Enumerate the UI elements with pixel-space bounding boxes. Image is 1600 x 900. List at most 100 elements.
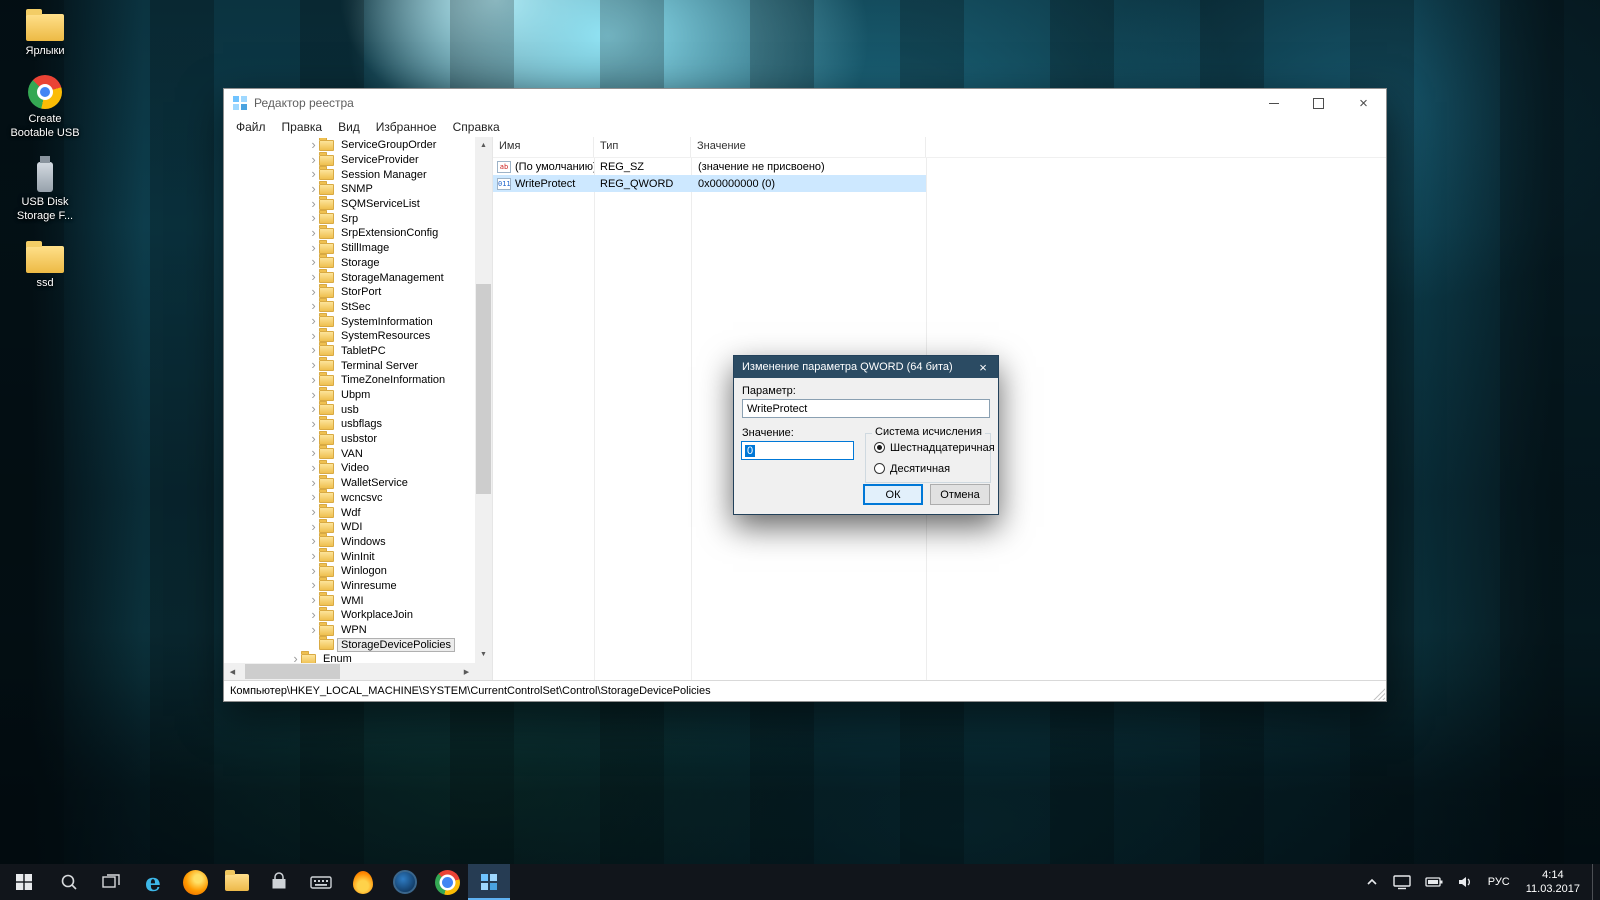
tree-item-srp[interactable]: ›Srp [224,211,475,226]
expand-arrow-icon[interactable]: › [308,402,319,415]
tree-item-enum[interactable]: ›Enum [224,652,475,663]
maximize-button[interactable] [1296,89,1341,117]
tree-item-van[interactable]: ›VAN [224,446,475,461]
menu-правка[interactable]: Правка [274,120,331,134]
menu-файл[interactable]: Файл [228,120,274,134]
expand-arrow-icon[interactable]: › [308,432,319,445]
tree-item-wmi[interactable]: ›WMI [224,593,475,608]
clock[interactable]: 4:14 11.03.2017 [1518,868,1588,897]
expand-arrow-icon[interactable]: › [308,593,319,606]
display-icon[interactable] [1386,864,1418,900]
tree-item-wdi[interactable]: ›WDI [224,520,475,535]
expand-arrow-icon[interactable]: › [308,417,319,430]
expand-arrow-icon[interactable]: › [308,329,319,342]
tree-item-wcncsvc[interactable]: ›wcncsvc [224,491,475,506]
tree-hscroll-track[interactable] [241,663,458,680]
tree-item-winresume[interactable]: ›Winresume [224,579,475,594]
tree-item-usbflags[interactable]: ›usbflags [224,417,475,432]
tree-item-storport[interactable]: ›StorPort [224,285,475,300]
expand-arrow-icon[interactable]: › [308,182,319,195]
close-button[interactable]: × [1341,89,1386,117]
expand-arrow-icon[interactable]: › [308,388,319,401]
value-row-writeprotect[interactable]: 011WriteProtectREG_QWORD0x00000000 (0) [493,175,926,192]
expand-arrow-icon[interactable]: › [308,270,319,283]
tree-vscroll-track[interactable] [475,154,492,646]
tree-item-serviceprovider[interactable]: ›ServiceProvider [224,153,475,168]
expand-arrow-icon[interactable]: › [290,652,301,663]
expand-arrow-icon[interactable]: › [308,358,319,371]
expand-arrow-icon[interactable]: › [308,153,319,166]
expand-arrow-icon[interactable]: › [308,549,319,562]
volume-icon[interactable] [1450,864,1480,900]
expand-arrow-icon[interactable]: › [308,255,319,268]
desktop-icon-ярлыки[interactable]: Ярлыки [6,8,84,59]
tree-vertical-scrollbar[interactable]: ▲ ▼ [475,137,492,663]
taskbar-start-button[interactable] [0,864,48,900]
tree-item-timezoneinformation[interactable]: ›TimeZoneInformation [224,373,475,388]
column-header-тип[interactable]: Тип [594,137,691,157]
value-field[interactable]: 0 [741,441,854,460]
tree-item-stillimage[interactable]: ›StillImage [224,241,475,256]
taskbar-regedit-icon[interactable] [468,864,510,900]
expand-arrow-icon[interactable]: › [308,564,319,577]
taskbar-flame-icon[interactable] [342,864,384,900]
tree-item-windows[interactable]: ›Windows [224,535,475,550]
tree-item-wdf[interactable]: ›Wdf [224,505,475,520]
tree-item-usbstor[interactable]: ›usbstor [224,432,475,447]
expand-arrow-icon[interactable]: › [308,578,319,591]
tree-item-wininit[interactable]: ›WinInit [224,549,475,564]
tree-item-terminal-server[interactable]: ›Terminal Server [224,358,475,373]
expand-arrow-icon[interactable]: › [308,285,319,298]
window-titlebar[interactable]: Редактор реестра × [224,89,1386,117]
expand-arrow-icon[interactable]: › [308,241,319,254]
taskbar-taskview-icon[interactable] [90,864,132,900]
tree-item-usb[interactable]: ›usb [224,402,475,417]
scroll-right-icon[interactable]: ▶ [458,663,475,680]
minimize-button[interactable] [1251,89,1296,117]
taskbar-disc-icon[interactable] [384,864,426,900]
expand-arrow-icon[interactable]: › [308,608,319,621]
menu-избранное[interactable]: Избранное [368,120,445,134]
tree-item-wpn[interactable]: ›WPN [224,623,475,638]
desktop-icon-create-bootable-usb[interactable]: Create Bootable USB [6,75,84,141]
expand-arrow-icon[interactable]: › [308,490,319,503]
expand-arrow-icon[interactable]: › [308,476,319,489]
desktop-icon-usb-disk-storage-f[interactable]: USB Disk Storage F... [6,156,84,224]
expand-arrow-icon[interactable]: › [308,197,319,210]
dialog-close-button[interactable]: × [968,356,998,378]
expand-arrow-icon[interactable]: › [308,299,319,312]
expand-arrow-icon[interactable]: › [308,505,319,518]
expand-arrow-icon[interactable]: › [308,534,319,547]
tree-vscroll-thumb[interactable] [476,284,491,494]
tree-item-winlogon[interactable]: ›Winlogon [224,564,475,579]
radio-десятичная[interactable]: Десятичная [874,461,990,476]
tree-item-storagemanagement[interactable]: ›StorageManagement [224,270,475,285]
radio-шестнадцатеричная[interactable]: Шестнадцатеричная [874,440,990,455]
dialog-titlebar[interactable]: Изменение параметра QWORD (64 бита) × [734,356,998,378]
expand-arrow-icon[interactable]: › [308,373,319,386]
battery-icon[interactable] [1418,864,1450,900]
taskbar-chrome-icon[interactable] [426,864,468,900]
column-header-имя[interactable]: Имя [493,137,594,157]
tree-item-walletservice[interactable]: ›WalletService [224,476,475,491]
taskbar-firefox-icon[interactable] [174,864,216,900]
taskbar-store-icon[interactable] [258,864,300,900]
menu-вид[interactable]: Вид [330,120,368,134]
taskbar-search-icon[interactable] [48,864,90,900]
scroll-up-icon[interactable]: ▲ [475,137,492,154]
tree-horizontal-scrollbar[interactable]: ◀ ▶ [224,663,475,680]
tree-item-servicegrouporder[interactable]: ›ServiceGroupOrder [224,138,475,153]
expand-arrow-icon[interactable]: › [308,520,319,533]
taskbar-explorer-icon[interactable] [216,864,258,900]
tree-item-snmp[interactable]: ›SNMP [224,182,475,197]
expand-arrow-icon[interactable]: › [308,623,319,636]
tree-item-workplacejoin[interactable]: ›WorkplaceJoin [224,608,475,623]
expand-arrow-icon[interactable]: › [308,211,319,224]
expand-arrow-icon[interactable]: › [308,461,319,474]
taskbar-keyboard-icon[interactable] [300,864,342,900]
expand-arrow-icon[interactable]: › [308,343,319,356]
tree-item-storage[interactable]: ›Storage [224,256,475,271]
show-desktop-button[interactable] [1592,864,1598,900]
tree-item-video[interactable]: ›Video [224,461,475,476]
ok-button[interactable]: ОК [863,484,923,505]
